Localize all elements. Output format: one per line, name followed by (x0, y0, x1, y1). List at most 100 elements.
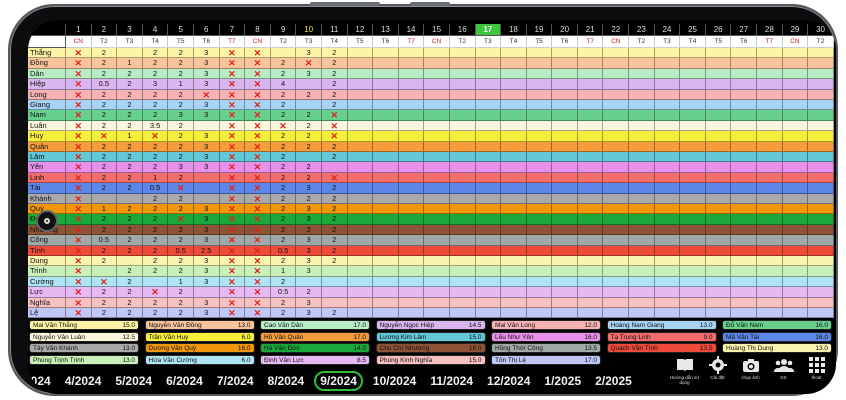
attendance-cell[interactable] (654, 214, 681, 225)
attendance-cell[interactable]: 2 (142, 308, 169, 319)
attendance-cell[interactable]: 3 (193, 266, 220, 277)
attendance-cell[interactable]: 3 (193, 214, 220, 225)
day-header[interactable]: 7 (219, 24, 246, 36)
attendance-cell[interactable]: ✕ (142, 131, 169, 142)
attendance-cell[interactable] (424, 48, 450, 59)
attendance-cell[interactable] (552, 68, 578, 80)
attendance-cell[interactable] (424, 224, 450, 236)
employee-name[interactable]: Nam (28, 110, 66, 121)
attendance-cell[interactable] (705, 141, 732, 152)
attendance-cell[interactable] (552, 162, 578, 173)
attendance-cell[interactable] (782, 58, 809, 69)
attendance-cell[interactable] (526, 308, 553, 319)
attendance-cell[interactable]: 2 (270, 183, 297, 194)
attendance-cell[interactable] (449, 256, 476, 267)
attendance-cell[interactable]: 3 (296, 235, 322, 246)
attendance-cell[interactable]: 2 (270, 256, 297, 267)
attendance-cell[interactable] (501, 48, 527, 59)
attendance-cell[interactable] (501, 172, 527, 184)
attendance-cell[interactable] (731, 79, 758, 90)
attendance-cell[interactable] (398, 162, 425, 173)
attendance-cell[interactable] (526, 48, 553, 59)
attendance-cell[interactable]: 3 (296, 204, 322, 215)
attendance-cell[interactable] (373, 68, 399, 80)
attendance-cell[interactable] (321, 162, 348, 173)
attendance-cell[interactable]: 2 (270, 204, 297, 215)
attendance-cell[interactable]: 3 (193, 235, 220, 246)
attendance-cell[interactable]: 2 (270, 235, 297, 246)
attendance-cell[interactable]: 2 (168, 58, 194, 69)
attendance-cell[interactable] (757, 193, 783, 204)
month-tab[interactable]: 7/2024 (213, 372, 258, 390)
attendance-cell[interactable]: 2 (142, 152, 169, 163)
attendance-cell[interactable] (501, 79, 527, 90)
attendance-cell[interactable]: ✕ (66, 276, 92, 288)
attendance-cell[interactable] (757, 152, 783, 163)
attendance-cell[interactable] (449, 120, 476, 132)
attendance-cell[interactable] (449, 276, 476, 288)
attendance-cell[interactable] (731, 276, 758, 288)
attendance-cell[interactable] (424, 172, 450, 184)
attendance-cell[interactable] (629, 256, 655, 267)
attendance-cell[interactable]: ✕ (219, 276, 246, 288)
attendance-cell[interactable]: 2 (117, 89, 143, 100)
attendance-cell[interactable] (808, 68, 834, 80)
attendance-cell[interactable] (782, 287, 809, 298)
attendance-cell[interactable] (449, 193, 476, 204)
attendance-cell[interactable]: ✕ (66, 256, 92, 267)
attendance-cell[interactable]: 2 (321, 152, 348, 163)
attendance-cell[interactable]: ✕ (66, 100, 92, 111)
attendance-cell[interactable]: ✕ (219, 235, 246, 246)
attendance-cell[interactable] (705, 235, 732, 246)
attendance-cell[interactable] (731, 162, 758, 173)
attendance-cell[interactable] (526, 214, 553, 225)
attendance-cell[interactable] (296, 276, 322, 288)
attendance-cell[interactable] (603, 89, 630, 100)
attendance-cell[interactable]: 3 (168, 162, 194, 173)
employee-name[interactable]: Long (28, 89, 66, 100)
attendance-cell[interactable]: 2 (91, 162, 118, 173)
attendance-cell[interactable] (705, 276, 732, 288)
attendance-cell[interactable]: 3 (193, 110, 220, 121)
attendance-cell[interactable]: 2 (270, 193, 297, 204)
attendance-cell[interactable]: 2 (270, 141, 297, 152)
attendance-cell[interactable] (603, 245, 630, 256)
attendance-cell[interactable] (782, 100, 809, 111)
attendance-cell[interactable] (424, 308, 450, 319)
attendance-cell[interactable]: ✕ (66, 308, 92, 319)
attendance-cell[interactable] (680, 193, 706, 204)
attendance-cell[interactable] (449, 79, 476, 90)
attendance-cell[interactable] (603, 193, 630, 204)
attendance-cell[interactable] (296, 100, 322, 111)
attendance-cell[interactable] (424, 266, 450, 277)
attendance-cell[interactable]: 1 (117, 131, 143, 142)
attendance-cell[interactable] (603, 256, 630, 267)
attendance-cell[interactable] (347, 79, 374, 90)
attendance-cell[interactable] (629, 287, 655, 298)
day-header[interactable]: 28 (757, 24, 783, 36)
attendance-cell[interactable] (808, 266, 834, 277)
attendance-cell[interactable] (424, 100, 450, 111)
attendance-cell[interactable]: 2 (142, 224, 169, 236)
attendance-cell[interactable] (654, 297, 681, 308)
attendance-cell[interactable] (193, 183, 220, 194)
attendance-cell[interactable] (526, 193, 553, 204)
attendance-cell[interactable]: ✕ (66, 48, 92, 59)
attendance-cell[interactable] (654, 68, 681, 80)
attendance-cell[interactable]: 2 (168, 193, 194, 204)
attendance-cell[interactable] (449, 214, 476, 225)
attendance-cell[interactable] (449, 224, 476, 236)
attendance-cell[interactable] (680, 152, 706, 163)
attendance-cell[interactable]: 2 (296, 287, 322, 298)
attendance-cell[interactable] (654, 58, 681, 69)
attendance-cell[interactable] (705, 266, 732, 277)
attendance-cell[interactable]: ✕ (245, 266, 271, 277)
attendance-cell[interactable] (270, 48, 297, 59)
day-header[interactable]: 25 (680, 24, 706, 36)
attendance-cell[interactable] (501, 276, 527, 288)
attendance-cell[interactable] (449, 152, 476, 163)
attendance-cell[interactable] (475, 245, 502, 256)
attendance-cell[interactable] (475, 214, 502, 225)
employee-name[interactable]: Tài (28, 183, 66, 194)
attendance-cell[interactable]: 1 (142, 172, 169, 184)
